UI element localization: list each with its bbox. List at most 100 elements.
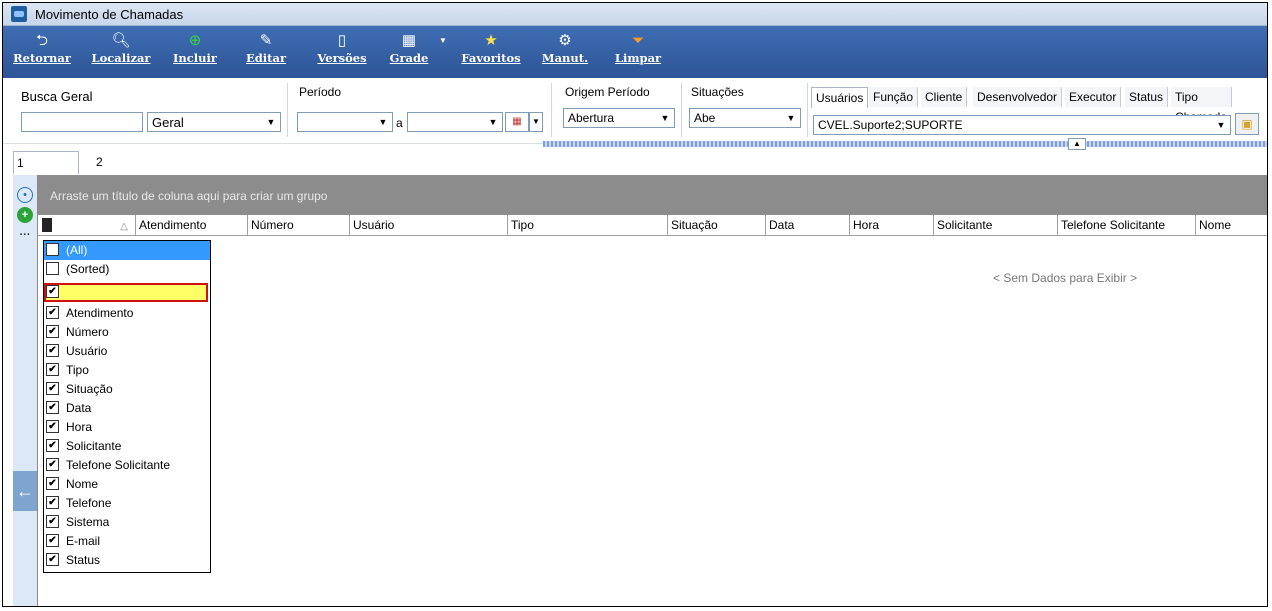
back-arrow-button[interactable]: ← bbox=[13, 471, 37, 511]
checkbox[interactable]: ✔ bbox=[46, 534, 59, 547]
column-header-nome[interactable]: Nome bbox=[1195, 215, 1267, 235]
tab-cliente[interactable]: Cliente bbox=[921, 87, 968, 107]
column-header-data[interactable]: Data bbox=[765, 215, 849, 235]
column-chooser-icon[interactable] bbox=[42, 218, 52, 232]
maintenance-button[interactable]: ⚙ Manut. bbox=[539, 26, 591, 78]
column-header-atendimento[interactable]: Atendimento bbox=[135, 215, 247, 235]
group-by-panel[interactable]: Arraste um título de coluna aqui para cr… bbox=[38, 175, 1267, 215]
filter-item-tipo[interactable]: ✔ Tipo bbox=[44, 361, 210, 380]
return-button[interactable]: ⮌ Retornar bbox=[11, 26, 73, 78]
grid-dropdown-arrow[interactable]: ▼ bbox=[437, 26, 449, 78]
periodo-to-select[interactable]: ▼ bbox=[407, 112, 503, 132]
calendar-dropdown[interactable]: ▼ bbox=[529, 112, 543, 132]
edit-icon: ✎ bbox=[259, 32, 273, 49]
checkbox[interactable]: ✔ bbox=[46, 382, 59, 395]
checkbox[interactable]: ✔ bbox=[46, 363, 59, 376]
no-data-message: < Sem Dados para Exibir > bbox=[993, 271, 1138, 285]
busca-type-select[interactable]: Geral ▼ bbox=[147, 112, 281, 132]
checkbox[interactable]: ✔ bbox=[46, 401, 59, 414]
situacoes-select[interactable]: Abe ▼ bbox=[689, 108, 801, 128]
checkbox[interactable]: ✔ bbox=[46, 496, 59, 509]
user-select[interactable]: CVEL.Suporte2;SUPORTE ▼ bbox=[813, 115, 1231, 135]
filter-item-numero[interactable]: ✔ Número bbox=[44, 323, 210, 342]
column-header-telefone-solicitante[interactable]: Telefone Solicitante bbox=[1057, 215, 1195, 235]
filter-item-data[interactable]: ✔ Data bbox=[44, 399, 210, 418]
grid-button[interactable]: ▦ Grade bbox=[385, 26, 433, 78]
periodo-from-select[interactable]: ▼ bbox=[297, 112, 393, 132]
column-header-situacao[interactable]: Situação bbox=[667, 215, 765, 235]
column-header-solicitante[interactable]: Solicitante bbox=[933, 215, 1057, 235]
divider bbox=[807, 83, 808, 137]
checkbox[interactable]: ✔ bbox=[46, 477, 59, 490]
checkbox[interactable]: ✔ bbox=[46, 344, 59, 357]
checkbox[interactable]: ✔ bbox=[46, 420, 59, 433]
tab-desenvolvedor[interactable]: Desenvolvedor bbox=[973, 87, 1063, 107]
clear-button[interactable]: ⏷ Limpar bbox=[611, 26, 665, 78]
checkbox[interactable]: ✔ bbox=[46, 243, 59, 256]
checkbox[interactable] bbox=[46, 262, 59, 275]
filter-item-all[interactable]: ✔ (All) bbox=[44, 241, 210, 260]
busca-geral-input[interactable] bbox=[21, 112, 143, 132]
checkbox[interactable]: ✔ bbox=[46, 458, 59, 471]
column-filter-dropdown: ✔ (All) (Sorted) ✔ ✔ Atendimento ✔ Número ✔… bbox=[43, 240, 211, 573]
grid-icon: ▦ bbox=[401, 32, 417, 49]
column-header-hora[interactable]: Hora bbox=[849, 215, 933, 235]
favorites-button[interactable]: ★ Favoritos bbox=[455, 26, 527, 78]
chevron-down-icon: ▼ bbox=[660, 113, 670, 123]
checkbox[interactable]: ✔ bbox=[46, 306, 59, 319]
filter-item-atendimento[interactable]: ✔ Atendimento bbox=[44, 304, 210, 323]
toolbar: ⮌ Retornar 🔍︎ Localizar ⊕ Incluir ✎ Edit… bbox=[3, 26, 1267, 78]
tab-usuarios[interactable]: Usuários bbox=[811, 87, 869, 108]
filter-item-telefone-solicitante[interactable]: ✔ Telefone Solicitante bbox=[44, 456, 210, 475]
filter-item-telefone[interactable]: ✔ Telefone bbox=[44, 494, 210, 513]
tab-status[interactable]: Status bbox=[1125, 87, 1169, 107]
window-title: Movimento de Chamadas bbox=[35, 7, 184, 22]
filter-item-hora[interactable]: ✔ Hora bbox=[44, 418, 210, 437]
filter-item-sistema[interactable]: ✔ Sistema bbox=[44, 513, 210, 532]
data-grid: Arraste um título de coluna aqui para cr… bbox=[37, 175, 1267, 606]
calendar-button[interactable]: ▦ bbox=[505, 112, 529, 132]
tab-selecao[interactable]: 2 Seleção bbox=[93, 151, 142, 191]
filter-item-email[interactable]: ✔ E-mail bbox=[44, 532, 210, 551]
add-icon[interactable]: + bbox=[17, 207, 33, 223]
filter-item-nome[interactable]: ✔ Nome bbox=[44, 475, 210, 494]
add-button[interactable]: ⊕ Incluir bbox=[169, 26, 221, 78]
filter-item-status[interactable]: ✔ Status bbox=[44, 551, 210, 570]
gear-icon: ⚙ bbox=[558, 32, 572, 49]
chevron-down-icon: ▼ bbox=[1216, 120, 1226, 130]
user-picker-button[interactable]: ▣ bbox=[1235, 113, 1259, 135]
panel-splitter[interactable]: ▲ bbox=[543, 138, 1267, 150]
filter-item-blank[interactable]: ✔ bbox=[44, 283, 208, 302]
versions-button[interactable]: ▯ Versões bbox=[311, 26, 373, 78]
checkbox[interactable]: ✔ bbox=[46, 515, 59, 528]
tab-chamadas[interactable]: 1 Chamadas bbox=[13, 151, 80, 192]
origem-periodo-select[interactable]: Abertura ▼ bbox=[563, 108, 675, 128]
filter-item-solicitante[interactable]: ✔ Solicitante bbox=[44, 437, 210, 456]
grid-header: △ Atendimento Número Usuário Tipo Situaç… bbox=[38, 215, 1267, 236]
add-icon: ⊕ bbox=[188, 32, 202, 49]
users-icon: ▣ bbox=[1241, 117, 1253, 131]
filter-item-situacao[interactable]: ✔ Situação bbox=[44, 380, 210, 399]
search-button[interactable]: 🔍︎ Localizar bbox=[87, 26, 155, 78]
checkbox[interactable]: ✔ bbox=[46, 325, 59, 338]
target-icon[interactable]: • bbox=[17, 187, 33, 203]
tab-funcao[interactable]: Função bbox=[869, 87, 919, 107]
filter-item-sorted[interactable]: (Sorted) bbox=[44, 260, 210, 279]
chevron-down-icon: ▼ bbox=[266, 117, 276, 127]
chevron-down-icon: ▼ bbox=[488, 117, 498, 127]
checkbox[interactable]: ✔ bbox=[46, 553, 59, 566]
main-window: Movimento de Chamadas ⮌ Retornar 🔍︎ Loca… bbox=[2, 2, 1268, 607]
checkbox[interactable]: ✔ bbox=[46, 439, 59, 452]
tab-executor[interactable]: Executor bbox=[1065, 87, 1122, 107]
chevron-up-icon[interactable]: ▲ bbox=[1068, 138, 1086, 150]
column-header-usuario[interactable]: Usuário bbox=[349, 215, 507, 235]
chevron-down-icon: ▼ bbox=[378, 117, 388, 127]
checkbox[interactable]: ✔ bbox=[46, 285, 59, 298]
search-icon: 🔍︎ bbox=[111, 32, 131, 49]
filter-item-usuario[interactable]: ✔ Usuário bbox=[44, 342, 210, 361]
edit-button[interactable]: ✎ Editar bbox=[243, 26, 289, 78]
column-header-tipo[interactable]: Tipo bbox=[507, 215, 667, 235]
tab-tipo-chamada[interactable]: Tipo Chamada bbox=[1171, 87, 1233, 124]
more-icon[interactable]: ··· bbox=[17, 227, 33, 243]
column-header-numero[interactable]: Número bbox=[247, 215, 349, 235]
